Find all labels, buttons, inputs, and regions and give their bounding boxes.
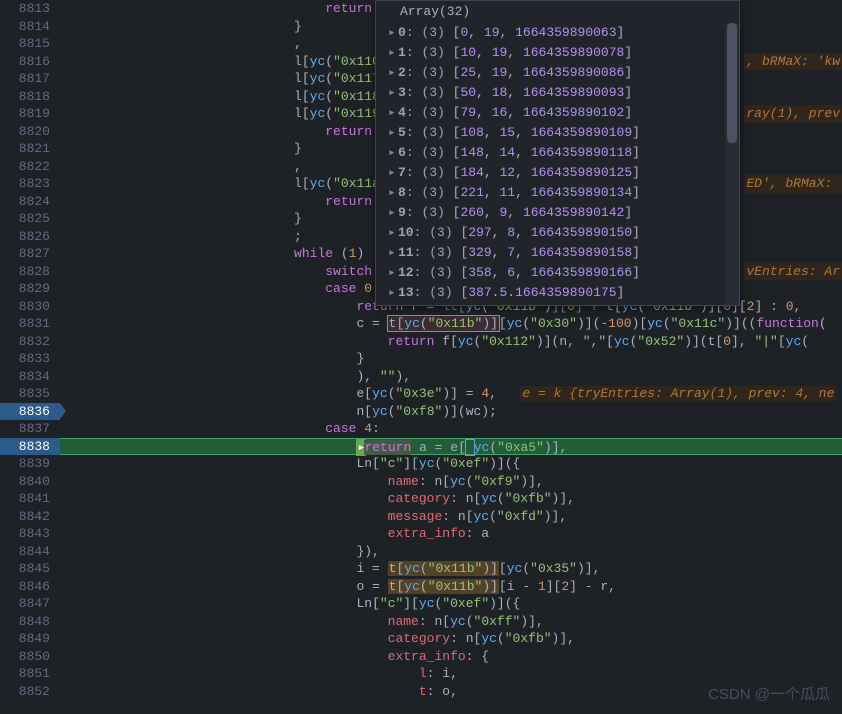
line-number[interactable]: 8850 [0, 648, 60, 666]
line-number[interactable]: 8827 [0, 245, 60, 263]
line-number[interactable]: 8830 [0, 298, 60, 316]
line-number[interactable]: 8829 [0, 280, 60, 298]
debug-array-entry[interactable]: ▸9: (3) [260, 9, 1664359890142] [376, 203, 739, 223]
debug-array-entry[interactable]: ▸13: (3) [387.5.1664359890175] [376, 283, 739, 303]
scrollbar-thumb[interactable] [727, 23, 737, 143]
line-number[interactable]: 8833 [0, 350, 60, 368]
line-number[interactable]: 8838 [0, 438, 60, 456]
line-number[interactable]: 8837 [0, 420, 60, 438]
debug-array-entry[interactable]: ▸5: (3) [108, 15, 1664359890109] [376, 123, 739, 143]
code-line[interactable]: e[yc("0x3e")] = 4, e = k {tryEntries: Ar… [60, 385, 842, 403]
line-number[interactable]: 8840 [0, 473, 60, 491]
line-number[interactable]: 8831 [0, 315, 60, 333]
debug-array-entry[interactable]: ▸8: (3) [221, 11, 1664359890134] [376, 183, 739, 203]
line-number[interactable]: 8816 [0, 53, 60, 71]
line-number[interactable]: 8826 [0, 228, 60, 246]
code-line[interactable]: name: n[yc("0xf9")], [60, 473, 842, 491]
code-line[interactable]: ▸return a = e[ yc("0xa5")], [60, 438, 842, 456]
code-line[interactable]: ), ""), [60, 368, 842, 386]
code-line[interactable]: extra_info: { [60, 648, 842, 666]
line-number[interactable]: 8822 [0, 158, 60, 176]
line-number[interactable]: 8820 [0, 123, 60, 141]
debug-array-entry[interactable]: ▸1: (3) [10, 19, 1664359890078] [376, 43, 739, 63]
code-line[interactable]: category: n[yc("0xfb")], [60, 490, 842, 508]
code-line[interactable]: case 4: [60, 420, 842, 438]
line-number[interactable]: 8839 [0, 455, 60, 473]
code-line[interactable]: n[yc("0xf8")](wc); [60, 403, 842, 421]
line-number[interactable]: 8851 [0, 665, 60, 683]
line-number[interactable]: 8823 [0, 175, 60, 193]
code-line[interactable]: message: n[yc("0xfd")], [60, 508, 842, 526]
code-line[interactable]: name: n[yc("0xff")], [60, 613, 842, 631]
debug-panel-header: Array(32) [376, 1, 739, 23]
line-number-gutter[interactable]: 8813881488158816881788188819882088218822… [0, 0, 60, 714]
line-number[interactable]: 8821 [0, 140, 60, 158]
debug-array-entry[interactable]: ▸7: (3) [184, 12, 1664359890125] [376, 163, 739, 183]
line-number[interactable]: 8834 [0, 368, 60, 386]
line-number[interactable]: 8825 [0, 210, 60, 228]
line-number[interactable]: 8836 [0, 403, 60, 421]
line-number[interactable]: 8852 [0, 683, 60, 701]
line-number[interactable]: 8841 [0, 490, 60, 508]
line-number[interactable]: 8835 [0, 385, 60, 403]
line-number[interactable]: 8818 [0, 88, 60, 106]
code-line[interactable]: extra_info: a [60, 525, 842, 543]
line-number[interactable]: 8846 [0, 578, 60, 596]
debug-array-entry[interactable]: ▸10: (3) [297, 8, 1664359890150] [376, 223, 739, 243]
code-line[interactable]: l: i, [60, 665, 842, 683]
line-number[interactable]: 8832 [0, 333, 60, 351]
code-line[interactable]: }), [60, 543, 842, 561]
code-line[interactable]: Ln["c"][yc("0xef")]({ [60, 595, 842, 613]
debug-array-entry[interactable]: ▸11: (3) [329, 7, 1664359890158] [376, 243, 739, 263]
code-line[interactable]: c = t[yc("0x11b")][yc("0x30")](-100)[yc(… [60, 315, 842, 333]
line-number[interactable]: 8828 [0, 263, 60, 281]
line-number[interactable]: 8847 [0, 595, 60, 613]
line-number[interactable]: 8819 [0, 105, 60, 123]
debug-array-entry[interactable]: ▸12: (3) [358, 6, 1664359890166] [376, 263, 739, 283]
debug-hover-panel[interactable]: Array(32) ▸0: (3) [0, 19, 1664359890063]… [375, 0, 740, 306]
line-number[interactable]: 8845 [0, 560, 60, 578]
code-line[interactable]: o = t[yc("0x11b")][i - 1][2] - r, [60, 578, 842, 596]
debug-array-entry[interactable]: ▸3: (3) [50, 18, 1664359890093] [376, 83, 739, 103]
code-line[interactable]: category: n[yc("0xfb")], [60, 630, 842, 648]
debug-panel-scrollbar[interactable] [725, 23, 739, 305]
line-number[interactable]: 8842 [0, 508, 60, 526]
line-number[interactable]: 8814 [0, 18, 60, 36]
code-line[interactable]: } [60, 350, 842, 368]
line-number[interactable]: 8815 [0, 35, 60, 53]
debug-array-entry[interactable]: ▸4: (3) [79, 16, 1664359890102] [376, 103, 739, 123]
line-number[interactable]: 8824 [0, 193, 60, 211]
line-number[interactable]: 8817 [0, 70, 60, 88]
line-number[interactable]: 8813 [0, 0, 60, 18]
code-line[interactable]: t: o, [60, 683, 842, 701]
debug-array-entry[interactable]: ▸2: (3) [25, 19, 1664359890086] [376, 63, 739, 83]
debug-array-entry[interactable]: ▸0: (3) [0, 19, 1664359890063] [376, 23, 739, 43]
code-line[interactable]: return f[yc("0x112")](n, ","[yc("0x52")]… [60, 333, 842, 351]
code-line[interactable]: Ln["c"][yc("0xef")]({ [60, 455, 842, 473]
line-number[interactable]: 8843 [0, 525, 60, 543]
line-number[interactable]: 8844 [0, 543, 60, 561]
code-line[interactable]: i = t[yc("0x11b")][yc("0x35")], [60, 560, 842, 578]
debug-array-entry[interactable]: ▸6: (3) [148, 14, 1664359890118] [376, 143, 739, 163]
line-number[interactable]: 8848 [0, 613, 60, 631]
line-number[interactable]: 8849 [0, 630, 60, 648]
